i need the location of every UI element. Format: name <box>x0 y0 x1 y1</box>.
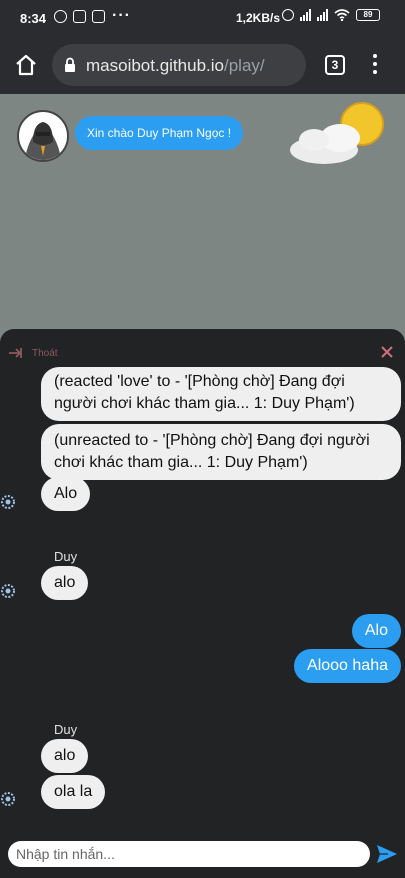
message-composer <box>0 837 405 878</box>
exit-icon[interactable] <box>8 347 24 359</box>
hooded-figure-icon <box>25 122 61 160</box>
messenger-icon <box>54 10 67 23</box>
sun-cloud-icon <box>290 102 384 164</box>
url-host: masoibot.github.io <box>86 56 224 75</box>
status-time: 8:34 <box>20 11 47 26</box>
message-bubble: alo <box>41 566 89 600</box>
gear-icon <box>1 792 15 806</box>
chat-panel: Thoát (reacted 'love' to - '[Phòng chờ] … <box>0 329 405 878</box>
status-bar: 8:34 ··· 1,2KB/s 89 <box>0 0 405 36</box>
greeting-bubble: Xin chào Duy Phạm Ngọc ! <box>75 116 244 150</box>
gear-icon <box>1 584 15 598</box>
address-bar[interactable]: masoibot.github.io/play/ <box>52 44 306 86</box>
my-message-bubble: Alooo haha <box>294 649 401 683</box>
lock-icon <box>65 57 75 72</box>
home-icon[interactable] <box>14 53 38 77</box>
browser-toolbar: masoibot.github.io/play/ 3 <box>0 36 405 94</box>
message-input[interactable] <box>8 841 370 867</box>
signal-icon <box>300 9 311 21</box>
message-bubble: alo <box>41 739 89 773</box>
url-path: /play/ <box>223 56 265 75</box>
notification-icons <box>54 10 105 23</box>
signal-icon-2 <box>317 9 328 21</box>
app-icon <box>92 10 105 23</box>
alarm-icon <box>282 9 294 21</box>
message-icon <box>73 10 86 23</box>
wifi-icon <box>334 9 350 21</box>
game-area: Xin chào Duy Phạm Ngọc ! <box>0 94 405 354</box>
my-message-bubble: Alo <box>351 614 401 648</box>
message-bubble: ola la <box>41 775 106 809</box>
gear-icon <box>1 495 15 509</box>
more-notifications-icon: ··· <box>112 7 131 24</box>
network-speed: 1,2KB/s <box>236 11 281 25</box>
tab-switcher-button[interactable]: 3 <box>325 55 345 75</box>
message-bubble: (unreacted to - '[Phòng chờ] Đang đợi ng… <box>41 424 401 480</box>
message-bubble: (reacted 'love' to - '[Phòng chờ] Đang đ… <box>41 367 401 421</box>
send-icon[interactable] <box>375 842 399 866</box>
sender-name: Duy <box>54 722 78 737</box>
sender-name: Duy <box>54 549 78 564</box>
url-text: masoibot.github.io/play/ <box>86 56 265 76</box>
message-bubble: Alo <box>41 477 91 511</box>
exit-button[interactable]: Thoát <box>32 348 58 359</box>
close-icon[interactable] <box>380 345 394 359</box>
menu-icon[interactable] <box>372 54 378 76</box>
avatar <box>17 110 69 162</box>
battery-icon: 89 <box>356 9 380 21</box>
